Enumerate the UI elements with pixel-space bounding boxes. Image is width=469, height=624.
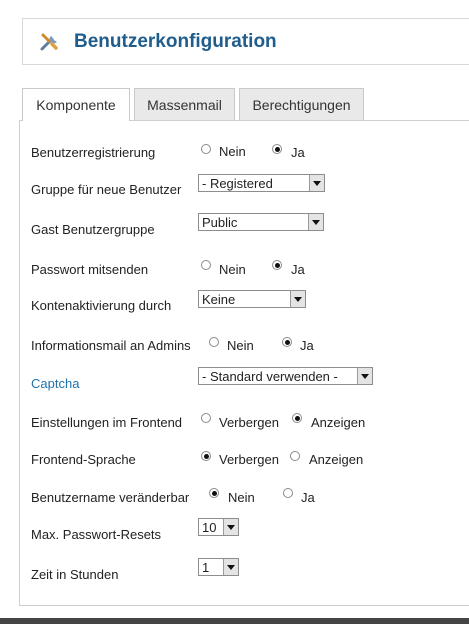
send-password-no-label: Nein xyxy=(219,262,246,277)
registration-yes-label: Ja xyxy=(291,145,305,160)
send-password-yes-radio[interactable] xyxy=(272,260,282,270)
time-hours-value: 1 xyxy=(202,560,210,575)
frontend-language-hide-label: Verbergen xyxy=(219,452,279,467)
chevron-down-icon xyxy=(309,175,324,191)
account-activation-value: Keine xyxy=(202,292,236,307)
chevron-down-icon xyxy=(223,559,238,575)
account-activation-select[interactable]: Keine xyxy=(198,290,306,308)
guest-group-label: Gast Benutzergruppe xyxy=(31,222,155,237)
admin-mail-no-radio[interactable] xyxy=(209,337,219,347)
registration-no-radio[interactable] xyxy=(201,144,211,154)
registration-yes-radio[interactable] xyxy=(272,144,282,154)
tab-massenmail[interactable]: Massenmail xyxy=(134,88,235,120)
frontend-language-show-label: Anzeigen xyxy=(309,452,364,467)
tab-komponente[interactable]: Komponente xyxy=(22,88,130,121)
new-user-group-label: Gruppe für neue Benutzer xyxy=(31,182,182,197)
admin-mail-yes-label: Ja xyxy=(300,338,314,353)
send-password-label: Passwort mitsenden xyxy=(31,262,149,277)
chevron-down-icon xyxy=(357,368,372,384)
tab-berechtigungen[interactable]: Berechtigungen xyxy=(239,88,364,120)
admin-mail-label: Informationsmail an Admins xyxy=(31,338,191,353)
frontend-language-label: Frontend-Sprache xyxy=(31,452,136,467)
bottom-bar xyxy=(0,618,469,624)
username-changeable-no-radio[interactable] xyxy=(209,488,219,498)
time-hours-label: Zeit in Stunden xyxy=(31,567,119,582)
captcha-label[interactable]: Captcha xyxy=(31,376,79,391)
chevron-down-icon xyxy=(290,291,305,307)
frontend-settings-show-radio[interactable] xyxy=(292,413,302,423)
frontend-language-show-radio[interactable] xyxy=(290,451,300,461)
registration-no-label: Nein xyxy=(219,144,246,159)
account-activation-label: Kontenaktivierung durch xyxy=(31,298,172,313)
send-password-yes-label: Ja xyxy=(291,262,305,277)
send-password-no-radio[interactable] xyxy=(201,260,211,270)
frontend-settings-hide-label: Verbergen xyxy=(219,415,279,430)
captcha-select[interactable]: - Standard verwenden - xyxy=(198,367,373,385)
registration-label: Benutzerregistrierung xyxy=(31,145,156,160)
chevron-down-icon xyxy=(223,519,238,535)
page-header: Benutzerkonfiguration xyxy=(22,18,469,65)
guest-group-value: Public xyxy=(202,215,238,230)
time-hours-select[interactable]: 1 xyxy=(198,558,239,576)
chevron-down-icon xyxy=(308,214,323,230)
username-changeable-label: Benutzername veränderbar xyxy=(31,490,190,505)
username-changeable-yes-radio[interactable] xyxy=(283,488,293,498)
admin-mail-yes-radio[interactable] xyxy=(282,337,292,347)
username-changeable-no-label: Nein xyxy=(228,490,255,505)
admin-mail-no-label: Nein xyxy=(227,338,254,353)
username-changeable-yes-label: Ja xyxy=(301,490,315,505)
max-resets-label: Max. Passwort-Resets xyxy=(31,527,162,542)
captcha-value: - Standard verwenden - xyxy=(202,369,338,384)
page-title: Benutzerkonfiguration xyxy=(74,31,277,52)
frontend-settings-show-label: Anzeigen xyxy=(311,415,366,430)
new-user-group-select[interactable]: - Registered xyxy=(198,174,325,192)
max-resets-select[interactable]: 10 xyxy=(198,518,239,536)
new-user-group-value: - Registered xyxy=(202,176,273,191)
frontend-settings-hide-radio[interactable] xyxy=(201,413,211,423)
tools-icon xyxy=(40,33,58,51)
frontend-settings-label: Einstellungen im Frontend xyxy=(31,415,183,430)
guest-group-select[interactable]: Public xyxy=(198,213,324,231)
frontend-language-hide-radio[interactable] xyxy=(201,451,211,461)
max-resets-value: 10 xyxy=(202,520,217,535)
